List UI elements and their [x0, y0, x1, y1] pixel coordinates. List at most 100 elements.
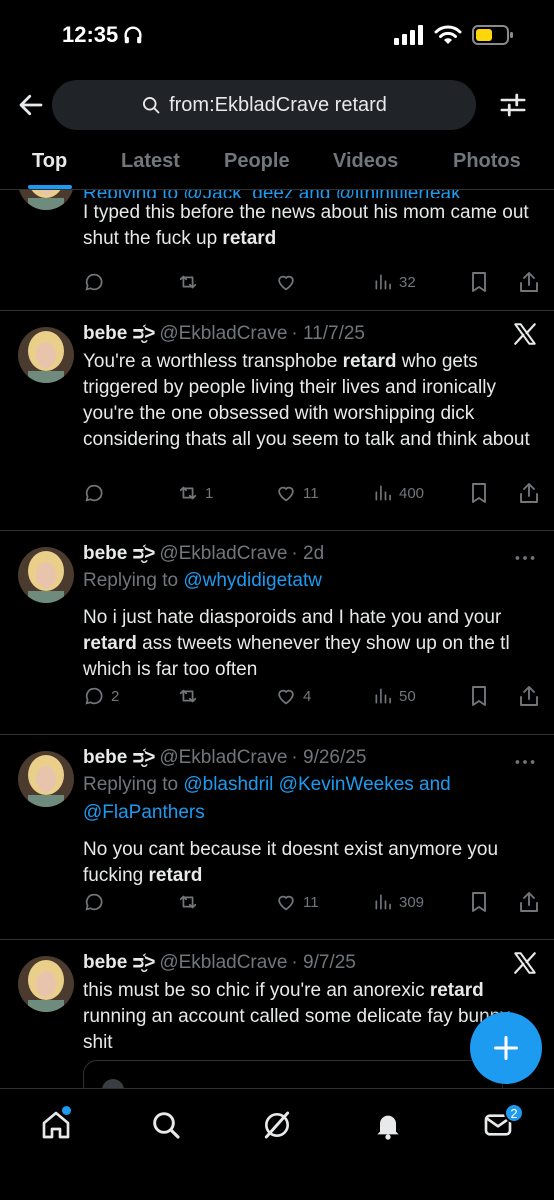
- heart-icon: [278, 275, 294, 291]
- share-icon: [520, 892, 538, 912]
- home-notification-dot: [62, 1106, 71, 1115]
- heart-icon: [278, 689, 294, 705]
- bookmark-button[interactable]: [469, 271, 489, 293]
- replying-to-line: Replying to @blashdril @KevinWeekes and: [83, 774, 451, 795]
- reply-button[interactable]: [83, 271, 111, 293]
- reply-button[interactable]: [83, 891, 111, 913]
- repost-button[interactable]: [177, 271, 205, 293]
- share-button[interactable]: [519, 685, 539, 707]
- share-icon: [520, 272, 538, 292]
- cellular-signal-icon: [394, 25, 423, 45]
- bookmark-icon: [472, 483, 486, 503]
- search-nav-icon[interactable]: [150, 1109, 182, 1141]
- filter-sliders-icon[interactable]: [498, 90, 528, 120]
- tweet[interactable]: Replying to @Jack_deez and @ithinitllerf…: [0, 190, 554, 311]
- avatar[interactable]: [18, 190, 74, 210]
- active-tab-indicator: [28, 185, 72, 189]
- views-button[interactable]: 32: [373, 272, 416, 292]
- views-bar-icon: [375, 894, 391, 910]
- reply-icon: [85, 484, 103, 502]
- avatar[interactable]: [18, 547, 74, 603]
- status-bar: 12:35: [0, 0, 554, 72]
- repost-button[interactable]: [177, 685, 205, 707]
- share-button[interactable]: [519, 271, 539, 293]
- search-results-feed[interactable]: Replying to @Jack_deez and @ithinitllerf…: [0, 190, 554, 1088]
- tweet-text: No i just hate diasporoids and I hate yo…: [83, 607, 510, 680]
- tab-latest[interactable]: Latest: [121, 150, 180, 173]
- repost-icon: [179, 895, 197, 909]
- tweet-header: bebe ᴝ̮᷾˃ @EkbladCrave · 9/7/25: [83, 950, 536, 976]
- share-button[interactable]: [519, 891, 539, 913]
- grok-icon[interactable]: [261, 1109, 293, 1141]
- tab-top[interactable]: Top: [32, 150, 67, 173]
- display-name[interactable]: bebe ᴝ̮᷾˃: [83, 950, 155, 976]
- like-button[interactable]: [275, 271, 303, 293]
- bottom-navigation: 2: [0, 1088, 554, 1200]
- avatar[interactable]: [18, 751, 74, 807]
- compose-post-button[interactable]: [470, 1012, 542, 1084]
- bookmark-button[interactable]: [469, 891, 489, 913]
- tweet[interactable]: bebe ᴝ̮᷾˃ @EkbladCrave · 2d Replying to …: [0, 531, 554, 735]
- wifi-icon: [434, 25, 462, 44]
- display-name[interactable]: bebe ᴝ̮᷾˃: [83, 541, 155, 567]
- quoted-tweet-card[interactable]: [83, 1060, 503, 1088]
- search-tabs: Top Latest People Videos Photos: [0, 140, 554, 190]
- mention-link[interactable]: @FlaPanthers: [83, 799, 536, 827]
- x-logo-icon[interactable]: [512, 950, 538, 976]
- headphones-icon: [124, 26, 142, 44]
- tab-people[interactable]: People: [224, 150, 290, 173]
- repost-icon: [179, 486, 197, 500]
- reply-button[interactable]: [83, 482, 111, 504]
- repost-button[interactable]: 1: [177, 482, 213, 504]
- tweet-time: · 11/7/25: [291, 323, 365, 344]
- avatar[interactable]: [18, 327, 74, 383]
- search-icon: [143, 97, 160, 114]
- back-arrow-icon[interactable]: [16, 90, 46, 120]
- notifications-bell-icon[interactable]: [372, 1109, 404, 1141]
- tab-videos[interactable]: Videos: [333, 150, 398, 173]
- tweet-text: this must be so chic if you're an anorex…: [83, 980, 510, 1053]
- views-button[interactable]: 309: [373, 892, 424, 912]
- tweet[interactable]: bebe ᴝ̮᷾˃ @EkbladCrave · 9/7/25 this mus…: [0, 940, 554, 1088]
- mention-link[interactable]: @whydidigetatw: [183, 570, 322, 591]
- x-logo-icon[interactable]: [512, 321, 538, 347]
- tweet-time: · 9/26/25: [291, 747, 367, 768]
- handle[interactable]: @EkbladCrave: [159, 950, 287, 976]
- mention-link[interactable]: @blashdril @KevinWeekes and: [183, 774, 450, 795]
- tweet-time: · 2d: [291, 543, 325, 564]
- more-options-icon[interactable]: [512, 545, 538, 571]
- tweet-header: bebe ᴝ̮᷾˃ @EkbladCrave · 11/7/25: [83, 321, 536, 347]
- display-name[interactable]: bebe ᴝ̮᷾˃: [83, 745, 155, 771]
- tweet-text: You're a worthless transphobe retard who…: [83, 351, 530, 450]
- search-query: from:EkbladCrave retard: [169, 93, 387, 116]
- search-header: from:EkbladCrave retard: [0, 78, 554, 132]
- repost-button[interactable]: [177, 891, 205, 913]
- tweet-header: bebe ᴝ̮᷾˃ @EkbladCrave · 9/26/25: [83, 745, 536, 771]
- display-name[interactable]: bebe ᴝ̮᷾˃: [83, 321, 155, 347]
- bookmark-button[interactable]: [469, 685, 489, 707]
- reply-button[interactable]: 2: [83, 685, 119, 707]
- bookmark-button[interactable]: [469, 482, 489, 504]
- status-indicators: [394, 24, 514, 46]
- reply-icon: [85, 893, 103, 911]
- replying-to-line[interactable]: Replying to @Jack_deez and @ithinitllerf…: [83, 190, 536, 198]
- like-button[interactable]: 11: [275, 891, 319, 913]
- like-button[interactable]: 11: [275, 482, 319, 504]
- avatar[interactable]: [18, 956, 74, 1012]
- search-input[interactable]: from:EkbladCrave retard: [52, 80, 476, 130]
- handle[interactable]: @EkbladCrave: [159, 745, 287, 771]
- tweet[interactable]: bebe ᴝ̮᷾˃ @EkbladCrave · 9/26/25 Replyin…: [0, 735, 554, 940]
- handle[interactable]: @EkbladCrave: [159, 321, 287, 347]
- views-bar-icon: [375, 688, 391, 704]
- like-button[interactable]: 4: [275, 685, 311, 707]
- share-button[interactable]: [519, 482, 539, 504]
- views-button[interactable]: 50: [373, 686, 416, 706]
- tweet-header: bebe ᴝ̮᷾˃ @EkbladCrave · 2d: [83, 541, 536, 567]
- tweet-actions: 2 4 50: [83, 681, 539, 711]
- status-time: 12:35: [62, 22, 144, 48]
- handle[interactable]: @EkbladCrave: [159, 541, 287, 567]
- tab-photos[interactable]: Photos: [453, 150, 521, 173]
- more-options-icon[interactable]: [512, 749, 538, 775]
- tweet[interactable]: bebe ᴝ̮᷾˃ @EkbladCrave · 11/7/25 You're …: [0, 311, 554, 531]
- views-button[interactable]: 400: [373, 483, 424, 503]
